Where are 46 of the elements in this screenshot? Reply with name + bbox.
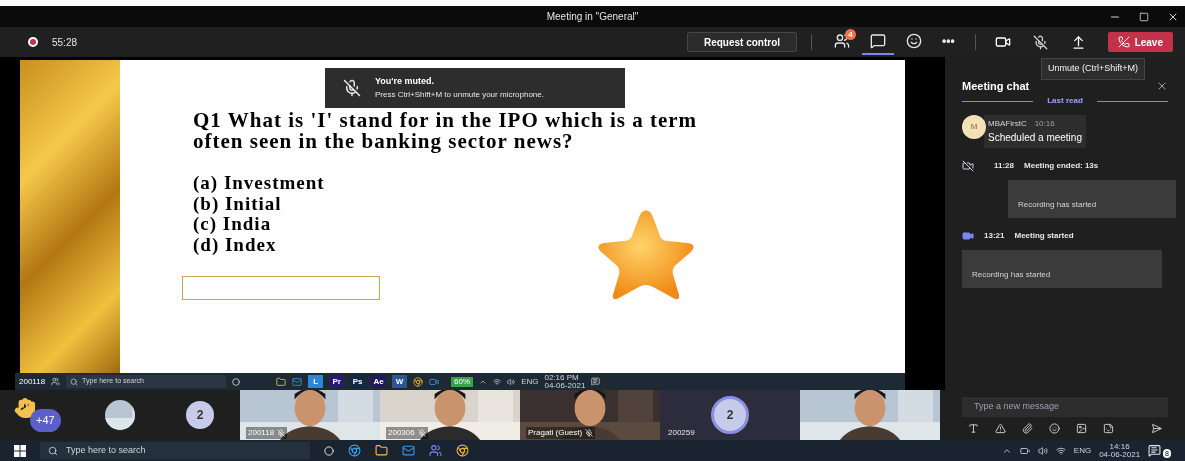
clock-date: 04-06-2021 [1099, 450, 1141, 459]
clock-time: 14:16 [1109, 442, 1130, 451]
participant-count: +47 [30, 409, 61, 432]
request-control-button[interactable]: Request control [686, 32, 798, 52]
toast-message: Press Ctrl+Shift+M to unmute your microphone. [375, 88, 544, 101]
event-time: 13:21 [984, 230, 1005, 242]
participant-name: Pragati (Guest) [528, 427, 583, 439]
count-badge: 4 [845, 29, 857, 40]
participant-name: 200118 [248, 427, 275, 439]
app-icon[interactable]: Pr [329, 375, 345, 388]
avatar: M [962, 115, 986, 139]
recording-card-text: Recording has started [1018, 200, 1097, 209]
more-button[interactable]: ••• [934, 29, 963, 55]
event-time: 11:28 [994, 160, 1015, 172]
message-text: Scheduled a meeting [988, 131, 1082, 145]
battery-indicator: 60% [451, 376, 474, 387]
message-field[interactable]: Type a new message [962, 397, 1168, 417]
clock-time: 02:16 PM [544, 373, 580, 382]
answer-option: (c) India [193, 214, 325, 235]
meeting-timer: 55:28 [52, 35, 78, 50]
leave-button[interactable]: Leave [1107, 32, 1173, 52]
participant-name: 200259 [668, 427, 695, 439]
answer-option: (d) Index [193, 234, 325, 255]
language-indicator: ENG [521, 375, 539, 388]
app-icon[interactable]: Ps [350, 375, 366, 388]
answer-option: (b) Initial [193, 193, 325, 214]
message-author: MBAFirstC [988, 118, 1027, 130]
app-icon[interactable]: Ae [371, 375, 387, 388]
event-text: Meeting ended: 13s [1024, 160, 1099, 172]
toast-title: You're muted. [375, 75, 435, 89]
clock-date: 04-06-2021 [544, 381, 586, 390]
user-id: 200118 [19, 375, 46, 388]
window-title: Meeting in "General" [546, 10, 639, 24]
participant-name: 200306 [388, 427, 415, 439]
chat-title: Meeting chat [962, 78, 1030, 94]
language-indicator: ENG [1073, 444, 1092, 457]
search-field[interactable]: Type here to search [40, 442, 310, 459]
last-read-label: Last read [1047, 95, 1083, 107]
message-time: 10:16 [1034, 118, 1055, 130]
event-text: Meeting started [1014, 230, 1074, 242]
question-text: Q1 What is 'I' stand for in the IPO which is a term often seen in the banking sector news? [193, 110, 699, 152]
tooltip: Unmute (Ctrl+Shift+M) [1040, 58, 1145, 80]
app-icon[interactable]: L [308, 375, 324, 388]
answer-option: (a) Investment [193, 173, 325, 194]
app-icon[interactable]: W [392, 375, 408, 388]
recording-card-text: Recording has started [972, 270, 1051, 279]
